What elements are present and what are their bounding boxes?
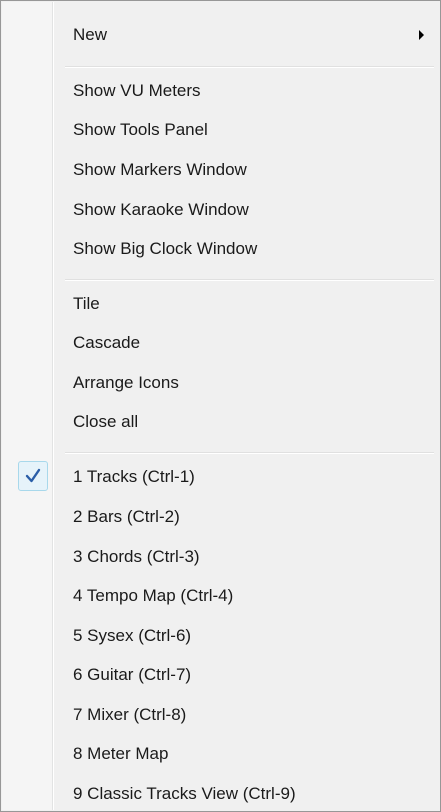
menu-item-label: 1 Tracks (Ctrl-1) (73, 467, 195, 486)
checkmark-icon (18, 461, 48, 491)
menu-item-label: Close all (73, 412, 139, 431)
menu-item-label: Tile (73, 294, 100, 313)
menu-item-label: Cascade (73, 333, 141, 352)
menu-item-label: Show VU Meters (73, 81, 201, 100)
menu-item-label: New (73, 25, 108, 44)
menu-item-window-6[interactable]: 6 Guitar (Ctrl-7) (4, 657, 437, 693)
menu-item-label: 6 Guitar (Ctrl-7) (73, 665, 192, 684)
menu-separator (65, 279, 434, 281)
menu-separator (65, 452, 434, 454)
menu-item-label: 5 Sysex (Ctrl-6) (73, 626, 192, 645)
menu-item-window-9[interactable]: 9 Classic Tracks View (Ctrl-9) (4, 776, 437, 812)
menu-item-window-2[interactable]: 2 Bars (Ctrl-2) (4, 499, 437, 535)
menu-item-tile[interactable]: Tile (4, 286, 437, 322)
menu-item-new[interactable]: New (4, 17, 437, 53)
window-context-menu: New Show VU Meters Show Tools Panel Show… (0, 0, 441, 812)
menu-item-window-5[interactable]: 5 Sysex (Ctrl-6) (4, 618, 437, 654)
menu-item-show-big-clock-window[interactable]: Show Big Clock Window (4, 231, 437, 267)
menu-item-close-all[interactable]: Close all (4, 404, 437, 440)
menu-item-window-7[interactable]: 7 Mixer (Ctrl-8) (4, 697, 437, 733)
menu-item-show-karaoke-window[interactable]: Show Karaoke Window (4, 192, 437, 228)
menu-item-label: 9 Classic Tracks View (Ctrl-9) (73, 784, 296, 803)
menu-item-label: 2 Bars (Ctrl-2) (73, 507, 180, 526)
menu-item-label: 7 Mixer (Ctrl-8) (73, 705, 187, 724)
menu-item-label: Show Tools Panel (73, 120, 208, 139)
menu-item-show-tools-panel[interactable]: Show Tools Panel (4, 112, 437, 148)
menu-item-cascade[interactable]: Cascade (4, 325, 437, 361)
menu-item-label: 3 Chords (Ctrl-3) (73, 547, 200, 566)
menu-item-label: Show Karaoke Window (73, 200, 249, 219)
menu-item-window-3[interactable]: 3 Chords (Ctrl-3) (4, 539, 437, 575)
menu-item-window-1[interactable]: 1 Tracks (Ctrl-1) (4, 459, 437, 495)
menu-item-window-4[interactable]: 4 Tempo Map (Ctrl-4) (4, 578, 437, 614)
menu-item-arrange-icons[interactable]: Arrange Icons (4, 365, 437, 401)
submenu-arrow-icon (419, 30, 424, 40)
menu-item-show-markers-window[interactable]: Show Markers Window (4, 152, 437, 188)
menu-item-label: Show Markers Window (73, 160, 247, 179)
menu-item-label: 8 Meter Map (73, 744, 169, 763)
menu-item-window-8[interactable]: 8 Meter Map (4, 736, 437, 772)
menu-item-label: Show Big Clock Window (73, 239, 258, 258)
menu-item-label: 4 Tempo Map (Ctrl-4) (73, 586, 234, 605)
menu-separator (65, 66, 434, 68)
menu-item-label: Arrange Icons (73, 373, 179, 392)
menu-item-show-vu-meters[interactable]: Show VU Meters (4, 73, 437, 109)
